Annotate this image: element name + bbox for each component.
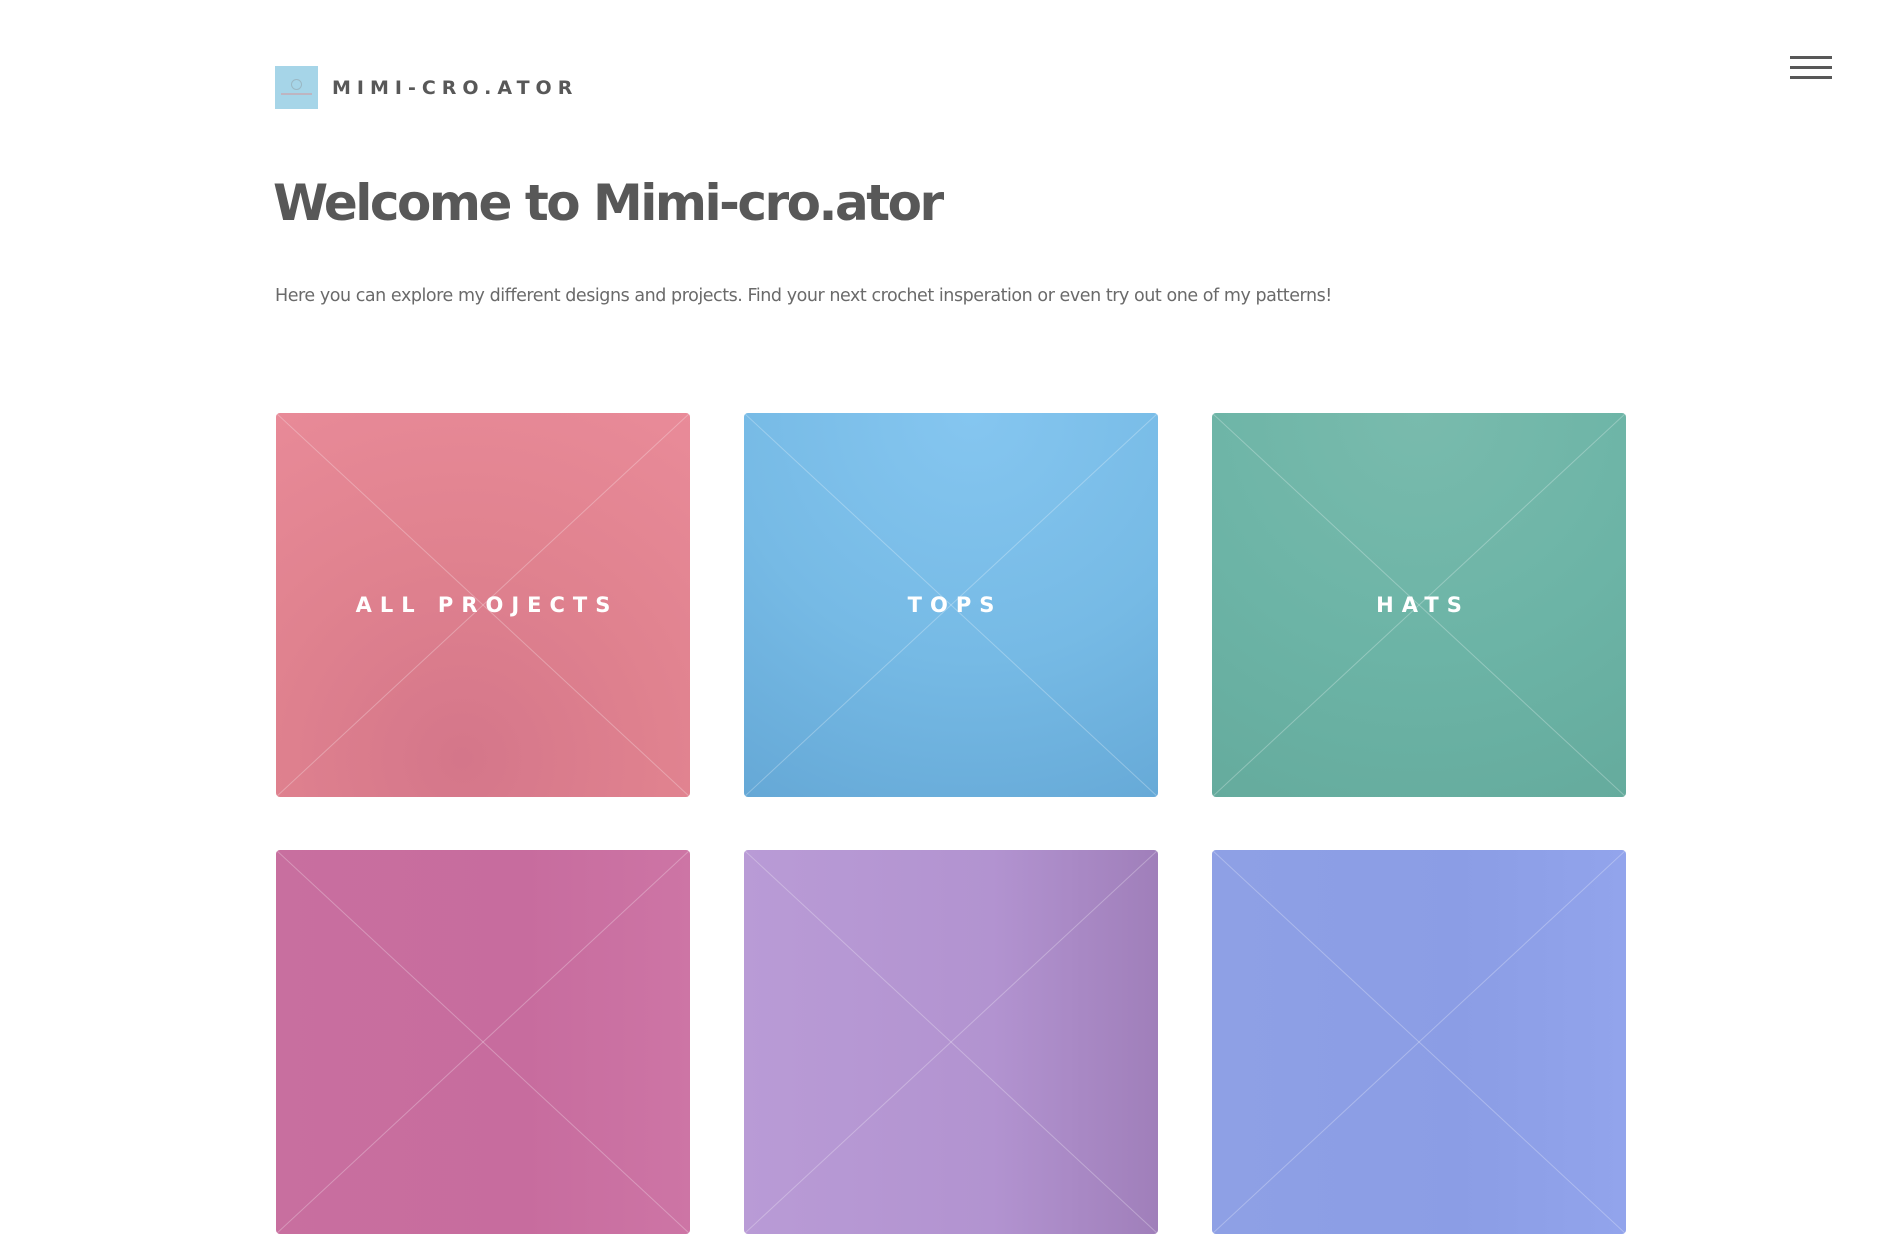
tile-tops[interactable]: Tops [744,413,1158,797]
tile-label: Hats [1376,593,1470,617]
tile-all-projects[interactable]: All Projects [276,413,690,797]
hamburger-menu-icon-bar [1790,66,1832,69]
placeholder-cross-icon [276,850,690,1234]
intro-paragraph: Here you can explore my different design… [275,286,1332,306]
tile-category-6[interactable] [1212,850,1626,1234]
logo-text-link[interactable]: MIMI-CRO.ATOR [332,77,578,99]
logo-strip [281,93,312,95]
tile-hats[interactable]: Hats [1212,413,1626,797]
hamburger-menu-icon-bar [1790,76,1832,79]
page-title: Welcome to Mimi-cro.ator [273,174,944,232]
placeholder-cross-icon [744,850,1158,1234]
tile-category-4[interactable] [276,850,690,1234]
tile-label: All Projects [355,593,619,617]
logo-mark-icon [291,79,302,90]
tile-label: Tops [907,593,1003,617]
logo-image[interactable] [275,66,318,109]
site-header: MIMI-CRO.ATOR [275,66,578,109]
hamburger-menu-icon [1790,56,1832,59]
placeholder-cross-icon [1212,850,1626,1234]
menu-button[interactable] [1786,54,1832,86]
tile-category-5[interactable] [744,850,1158,1234]
